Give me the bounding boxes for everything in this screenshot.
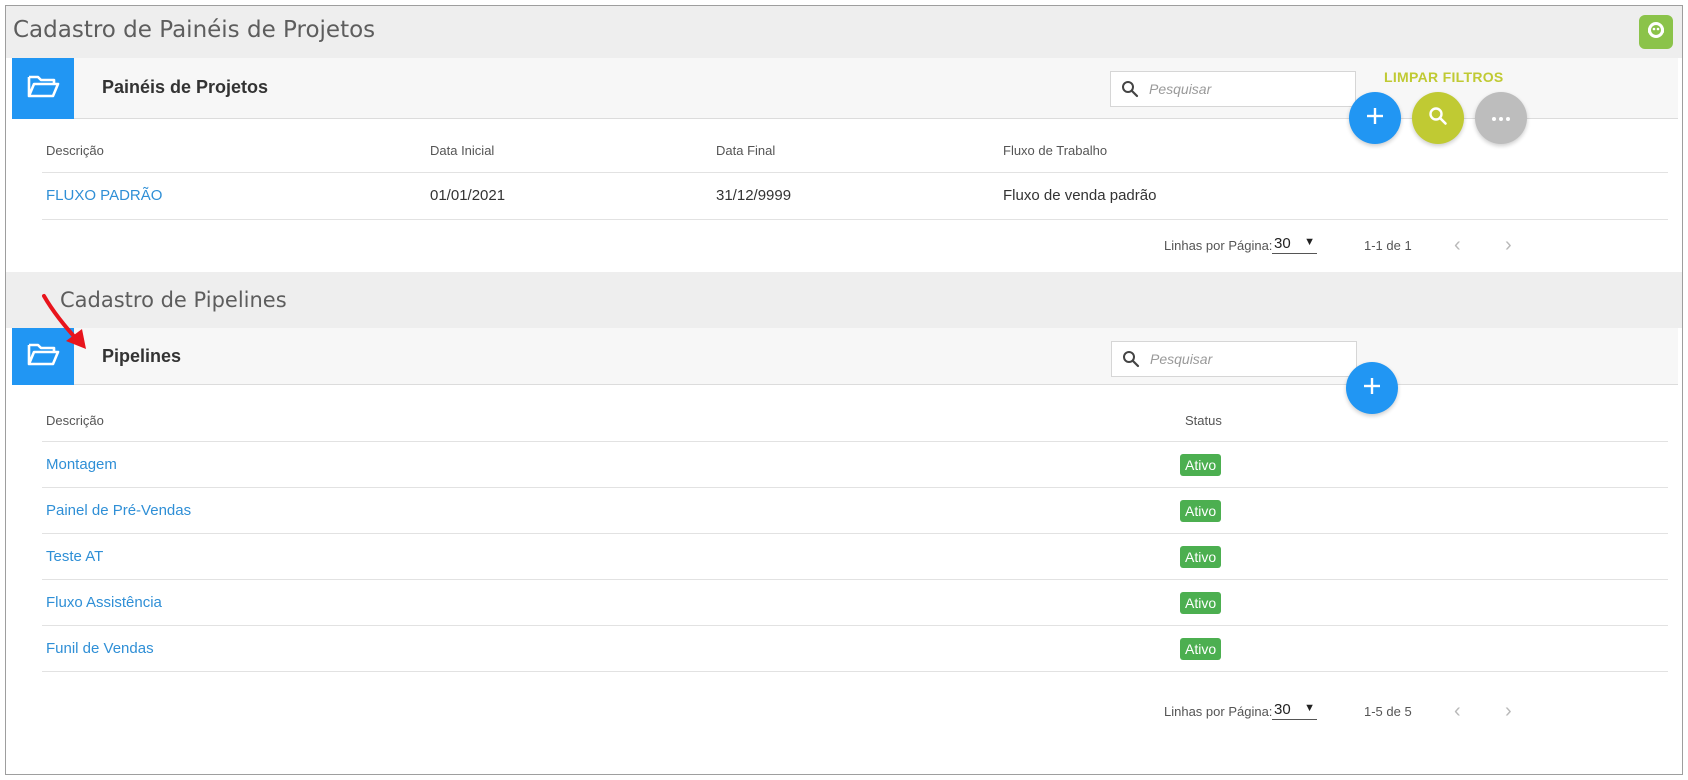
panels-folder-tile [12, 58, 74, 119]
app-window: Cadastro de Painéis de Projetos Painéis … [5, 5, 1683, 775]
chat-bot-button[interactable] [1639, 15, 1673, 49]
col-data-inicial: Data Inicial [430, 143, 495, 158]
chevron-down-icon: ▼ [1304, 702, 1315, 714]
page-range: 1-1 de 1 [1364, 238, 1412, 253]
status-badge: Ativo [1180, 500, 1222, 522]
table-row[interactable]: Fluxo Assistência Ativo [42, 580, 1668, 626]
rows-per-page-select[interactable]: 30 ▼ [1272, 700, 1317, 720]
panel-descricao-link[interactable]: FLUXO PADRÃO [46, 187, 162, 204]
table-row[interactable]: Teste AT Ativo [42, 534, 1668, 580]
table-row[interactable]: FLUXO PADRÃO 01/01/2021 31/12/9999 Fluxo… [42, 173, 1668, 220]
status-badge: Ativo [1180, 454, 1222, 476]
search-icon [1111, 80, 1149, 98]
pipelines-table: Descrição Status Montagem Ativo Painel d… [42, 395, 1668, 672]
pipelines-section-band: Cadastro de Pipelines [6, 272, 1682, 328]
red-arrow-icon [40, 293, 96, 360]
pipelines-pagination: Linhas por Página: 30 ▼ 1-5 de 5 ‹ › [42, 692, 1668, 732]
chevron-down-icon: ▼ [1304, 236, 1315, 248]
pipeline-descricao-link[interactable]: Montagem [46, 456, 117, 473]
panels-search-box[interactable] [1110, 71, 1356, 107]
rows-per-page-value: 30 [1274, 701, 1291, 718]
col-data-final: Data Final [716, 143, 776, 158]
page-header: Cadastro de Painéis de Projetos [6, 6, 1682, 58]
pipeline-descricao-link[interactable]: Painel de Pré-Vendas [46, 502, 191, 519]
page-range: 1-5 de 5 [1364, 704, 1412, 719]
pipelines-section: Pipelines Descrição Status Montagem Ativ… [12, 328, 1678, 774]
panels-title: Painéis de Projetos [102, 77, 269, 97]
col-descricao: Descrição [46, 143, 104, 158]
col-fluxo-trabalho: Fluxo de Trabalho [1003, 143, 1108, 158]
clear-filters-link[interactable]: LIMPAR FILTROS [1384, 69, 1504, 85]
rows-per-page-label: Linhas por Página: [1164, 238, 1273, 253]
search-icon [1112, 350, 1150, 368]
chevron-left-icon[interactable]: ‹ [1454, 700, 1461, 723]
chevron-right-icon[interactable]: › [1505, 234, 1512, 257]
chat-bot-icon [1645, 19, 1667, 46]
panels-pagination: Linhas por Página: 30 ▼ 1-1 de 1 ‹ › [42, 226, 1668, 266]
panel-data-inicial: 01/01/2021 [430, 187, 506, 204]
panels-search-input[interactable] [1149, 81, 1344, 97]
chevron-right-icon[interactable]: › [1505, 700, 1512, 723]
panels-table: Descrição Data Inicial Data Final Fluxo … [42, 125, 1668, 220]
rows-per-page-label: Linhas por Página: [1164, 704, 1273, 719]
pipeline-descricao-link[interactable]: Fluxo Assistência [46, 594, 162, 611]
pipelines-search-input[interactable] [1150, 351, 1345, 367]
col-status: Status [1185, 413, 1222, 428]
page-title: Cadastro de Painéis de Projetos [13, 17, 376, 43]
pipelines-header: Pipelines [12, 328, 1678, 385]
table-row[interactable]: Funil de Vendas Ativo [42, 626, 1668, 672]
col-descricao: Descrição [46, 413, 104, 428]
pipelines-title: Pipelines [102, 346, 182, 366]
pipelines-search-box[interactable] [1111, 341, 1357, 377]
chevron-left-icon[interactable]: ‹ [1454, 234, 1461, 257]
rows-per-page-select[interactable]: 30 ▼ [1272, 234, 1317, 254]
pipeline-descricao-link[interactable]: Teste AT [46, 548, 103, 565]
rows-per-page-value: 30 [1274, 235, 1291, 252]
panel-data-final: 31/12/9999 [716, 187, 792, 204]
table-row[interactable]: Montagem Ativo [42, 442, 1668, 488]
table-row[interactable]: Painel de Pré-Vendas Ativo [42, 488, 1668, 534]
pipelines-table-header: Descrição Status [42, 395, 1668, 442]
panel-fluxo: Fluxo de venda padrão [1003, 187, 1157, 204]
status-badge: Ativo [1180, 546, 1222, 568]
status-badge: Ativo [1180, 638, 1222, 660]
pipeline-descricao-link[interactable]: Funil de Vendas [46, 640, 154, 657]
panels-section: Painéis de Projetos LIMPAR FILTROS [12, 58, 1678, 272]
folder-open-icon [26, 73, 60, 104]
panels-table-header: Descrição Data Inicial Data Final Fluxo … [42, 125, 1668, 173]
status-badge: Ativo [1180, 592, 1222, 614]
